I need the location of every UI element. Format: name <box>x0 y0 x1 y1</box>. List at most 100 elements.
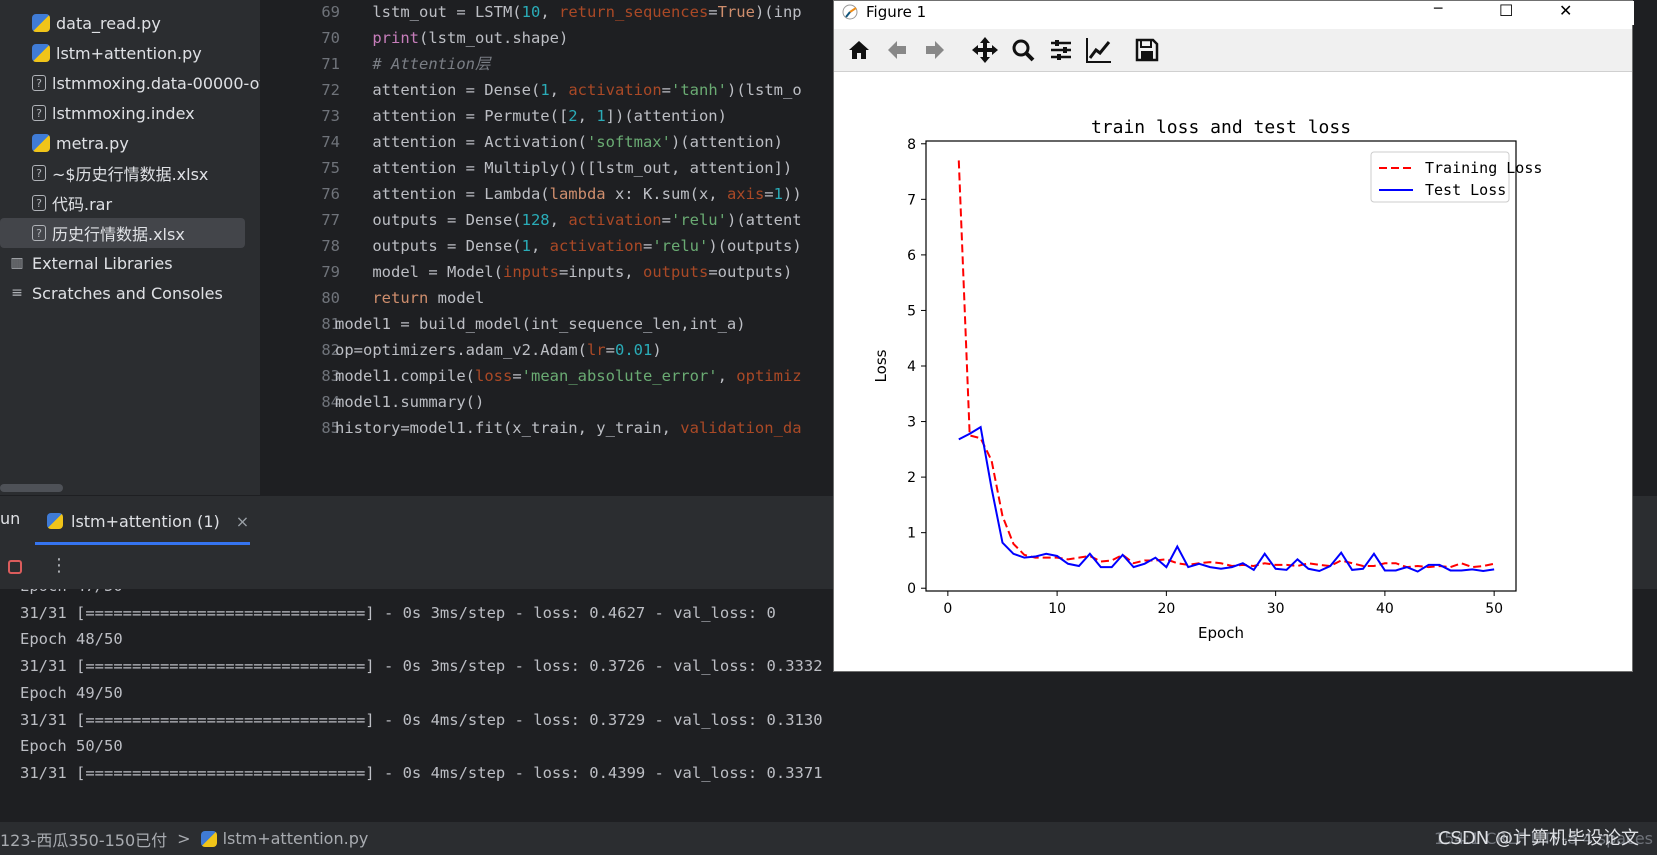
legend-label: Test Loss <box>1425 181 1506 199</box>
breadcrumb-file[interactable]: lstm+attention.py <box>223 829 369 848</box>
tree-item-label: External Libraries <box>32 253 173 273</box>
tree-item-label: metra.py <box>56 133 129 153</box>
code-text: op=optimizers.adam_v2.Adam(lr=0.01) <box>335 341 662 359</box>
python-file-icon <box>32 134 50 152</box>
horizontal-scrollbar[interactable] <box>0 484 63 492</box>
line-number: 70 <box>321 29 340 47</box>
forward-arrow-icon[interactable] <box>920 35 950 65</box>
tree-item[interactable]: ? 历史行情数据.xlsx <box>0 218 245 248</box>
code-text: model1.compile(loss='mean_absolute_error… <box>335 367 802 385</box>
zoom-icon[interactable] <box>1008 35 1038 65</box>
code-text: attention = Permute([2, 1])(attention) <box>335 107 727 125</box>
line-number: 84 <box>321 393 340 411</box>
code-text: outputs = Dense(1, activation='relu')(ou… <box>335 237 802 255</box>
project-panel: data_read.py lstm+attention.py? lstmmoxing… <box>0 0 260 495</box>
python-file-icon <box>32 14 50 32</box>
code-text: attention = Lambda(lambda x: K.sum(x, ax… <box>335 185 802 203</box>
back-arrow-icon[interactable] <box>882 35 912 65</box>
x-tick-label: 50 <box>1485 601 1503 617</box>
save-icon[interactable] <box>1132 35 1162 65</box>
code-text: attention = Activation('softmax')(attent… <box>335 133 783 151</box>
breadcrumb-project[interactable]: 123-西瓜350-150已付 <box>0 827 167 851</box>
scratches-icon: ≡ <box>11 285 23 301</box>
tree-item[interactable]: lstm+attention.py <box>0 38 260 68</box>
line-number: 81 <box>321 315 340 333</box>
tab-lstm-attention-run[interactable]: lstm+attention (1) × <box>35 496 262 546</box>
chevron-right-icon: > <box>177 829 191 848</box>
minimize-button[interactable]: ─ <box>1434 1 1442 17</box>
run-label-stub: un <box>0 509 21 528</box>
tree-item[interactable]: metra.py <box>0 128 260 158</box>
code-text: model1 = build_model(int_sequence_len,in… <box>335 315 746 333</box>
tree-item[interactable]: ? 代码.rar <box>0 188 260 218</box>
line-number: 80 <box>321 289 340 307</box>
console-line: 31/31 [==============================] -… <box>20 603 776 622</box>
pan-icon[interactable] <box>970 35 1000 65</box>
y-tick-label: 1 <box>907 526 916 542</box>
console-line: 31/31 [==============================] -… <box>20 710 823 729</box>
figure-title: Figure 1 <box>866 3 927 21</box>
line-number: 82 <box>321 341 340 359</box>
matplotlib-logo-icon <box>842 4 858 20</box>
console-line: Epoch 47/50 <box>20 589 123 600</box>
unknown-file-icon: ? <box>32 105 46 121</box>
console-line: Epoch 50/50 <box>20 737 123 756</box>
line-number: 78 <box>321 237 340 255</box>
code-text: # Attention层 <box>372 55 491 73</box>
figure-toolbar <box>834 29 1632 72</box>
x-axis-label: Epoch <box>1198 624 1244 642</box>
x-tick-label: 20 <box>1157 601 1175 617</box>
line-number: 85 <box>321 419 340 437</box>
x-tick-label: 0 <box>943 601 952 617</box>
legend-label: Training Loss <box>1425 159 1542 177</box>
tree-item[interactable]: ? lstmmoxing.index <box>0 98 260 128</box>
line-number: 77 <box>321 211 340 229</box>
watermark: CSDN @计算机毕设论文 <box>1437 828 1639 849</box>
tree-item[interactable]: ≡ Scratches and Consoles <box>0 278 260 308</box>
python-file-icon <box>32 44 50 62</box>
code-text: lstm_out = LSTM(10, return_sequences=Tru… <box>335 3 802 21</box>
unknown-file-icon: ? <box>32 75 46 91</box>
console-line: Epoch 49/50 <box>20 683 123 702</box>
line-number: 74 <box>321 133 340 151</box>
loss-chart: train loss and test loss Epoch Loss 0 10 20 30… <box>872 117 1542 642</box>
tree-item[interactable]: ? ~$历史行情数据.xlsx <box>0 158 260 188</box>
tree-item-label: 历史行情数据.xlsx <box>52 225 185 244</box>
unknown-file-icon: ? <box>32 165 46 181</box>
line-number: 76 <box>321 185 340 203</box>
tree-item[interactable]: data_read.py <box>0 8 260 38</box>
more-options-icon[interactable]: ⋮ <box>50 555 68 576</box>
y-tick-label: 4 <box>907 359 916 375</box>
console-line: 31/31 [==============================] -… <box>20 657 823 676</box>
y-axis-label: Loss <box>872 349 890 382</box>
tree-item-label: Scratches and Consoles <box>32 283 223 303</box>
tree-item-label: ~$历史行情数据.xlsx <box>52 165 209 184</box>
figure-window: Figure 1 ─ ☐ ✕ train loss and test loss E… <box>833 0 1634 672</box>
python-file-icon <box>200 830 217 847</box>
x-tick-label: 30 <box>1267 601 1285 617</box>
y-tick-label: 5 <box>907 303 916 319</box>
tree-item-label: data_read.py <box>56 13 161 33</box>
code-text: history=model1.fit(x_train, y_train, val… <box>335 419 802 437</box>
home-icon[interactable] <box>844 35 874 65</box>
chart-title: train loss and test loss <box>1091 117 1351 138</box>
line-number: 73 <box>321 107 340 125</box>
stop-button[interactable] <box>8 560 22 574</box>
y-tick-label: 8 <box>907 137 916 153</box>
tree-item-label: 代码.rar <box>52 195 113 214</box>
line-number: 83 <box>321 367 340 385</box>
figure-title-bar: Figure 1 ─ ☐ ✕ <box>834 1 1634 25</box>
tree-item[interactable]: ▥ External Libraries <box>0 248 260 278</box>
tree-item-label: lstmmoxing.index <box>52 103 195 123</box>
close-tab-icon[interactable]: × <box>236 512 249 531</box>
line-number: 72 <box>321 81 340 99</box>
maximize-button[interactable]: ☐ <box>1499 1 1513 20</box>
tree-item[interactable]: ? lstmmoxing.data-00000-of <box>0 68 260 98</box>
subplots-config-icon[interactable] <box>1046 35 1076 65</box>
close-window-button[interactable]: ✕ <box>1559 1 1572 20</box>
x-tick-label: 10 <box>1048 601 1066 617</box>
tree-item-label: lstmmoxing.data-00000-of <box>52 73 260 93</box>
y-tick-label: 3 <box>907 415 916 431</box>
edit-axis-icon[interactable] <box>1084 35 1114 65</box>
unknown-file-icon: ? <box>32 195 46 211</box>
